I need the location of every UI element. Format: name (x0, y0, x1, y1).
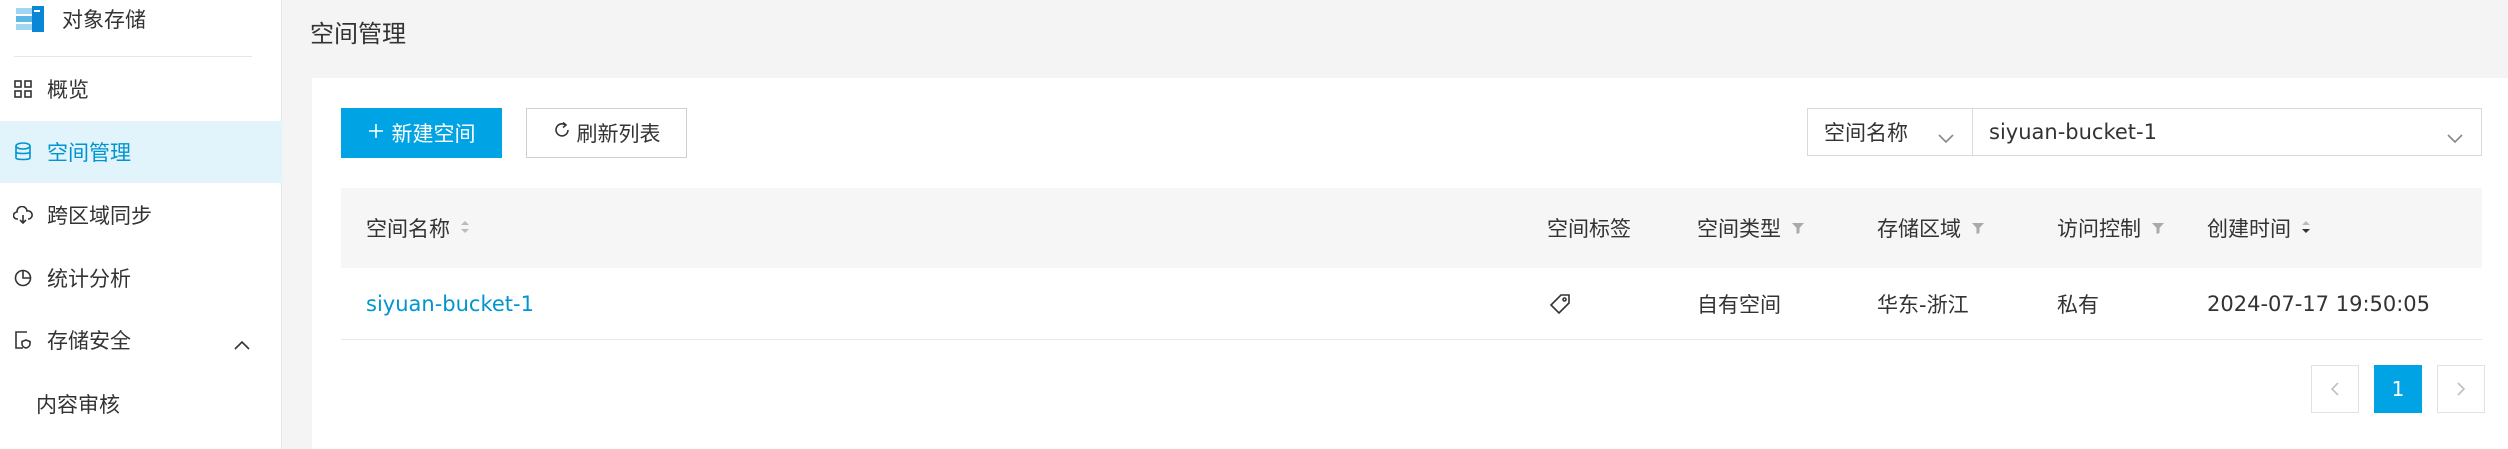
grid-icon (13, 79, 33, 99)
filter-icon[interactable] (1971, 216, 1985, 240)
object-storage-logo-icon (16, 6, 44, 32)
pie-chart-icon (13, 268, 33, 288)
prev-page-button[interactable] (2311, 365, 2359, 413)
page-number-current[interactable]: 1 (2374, 365, 2422, 413)
table-row: siyuan-bucket-1 自有空间 华东-浙江 私有 2024-07-17… (341, 268, 2482, 340)
chevron-down-icon (1938, 125, 1954, 149)
column-bucket-name[interactable]: 空间名称 (366, 188, 470, 268)
new-bucket-label: 新建空间 (391, 123, 476, 146)
column-storage-region[interactable]: 存储区域 (1877, 188, 1985, 268)
brand[interactable]: 对象存储 (16, 0, 146, 38)
page-header: 空间管理 (282, 0, 2508, 78)
sort-icon[interactable] (460, 216, 470, 240)
column-label: 访问控制 (2057, 217, 2141, 241)
storage-region: 华东-浙江 (1877, 293, 1969, 317)
sidebar-item-label: 空间管理 (47, 141, 131, 165)
plus-icon (368, 121, 384, 145)
bucket-name-filter-select[interactable]: siyuan-bucket-1 (1972, 108, 2482, 156)
filter-icon[interactable] (2151, 216, 2165, 240)
new-bucket-button[interactable]: 新建空间 (341, 108, 502, 158)
chevron-left-icon (2330, 377, 2340, 401)
bucket-list-card: 新建空间 刷新列表 空间名称 siyuan-bucket-1 空间名称 空间标签… (312, 78, 2508, 449)
filter-field-value: 空间名称 (1824, 121, 1908, 145)
sidebar: 对象存储 概览 空间管理 跨区域同步 统计分析 存储安全 内容审核 (0, 0, 282, 449)
refresh-label: 刷新列表 (576, 123, 661, 146)
shield-document-icon (13, 330, 33, 350)
brand-title: 对象存储 (62, 8, 146, 32)
sort-icon[interactable] (2301, 216, 2311, 240)
sidebar-item-cross-region-sync[interactable]: 跨区域同步 (0, 184, 282, 246)
sidebar-item-label: 概览 (47, 78, 89, 102)
column-bucket-tags: 空间标签 (1547, 188, 1631, 268)
sidebar-item-overview[interactable]: 概览 (0, 58, 282, 120)
filter-field-select[interactable]: 空间名称 (1807, 108, 1973, 156)
tag-icon[interactable] (1549, 268, 1571, 340)
column-label: 空间标签 (1547, 217, 1631, 241)
chevron-right-icon (2456, 377, 2466, 401)
column-label: 空间类型 (1697, 217, 1781, 241)
chevron-down-icon (2447, 125, 2463, 149)
sidebar-item-label: 统计分析 (47, 267, 131, 291)
column-label: 存储区域 (1877, 217, 1961, 241)
filter-selected-value: siyuan-bucket-1 (1989, 120, 2157, 144)
sidebar-subitem-label: 内容审核 (36, 393, 120, 417)
column-label: 空间名称 (366, 217, 450, 241)
column-created-time[interactable]: 创建时间 (2207, 188, 2311, 268)
sidebar-item-statistics[interactable]: 统计分析 (0, 247, 282, 309)
divider (14, 56, 252, 57)
chevron-up-icon[interactable] (234, 331, 250, 355)
sidebar-item-storage-security[interactable]: 存储安全 (0, 309, 282, 371)
page-title: 空间管理 (310, 20, 406, 48)
table-header: 空间名称 空间标签 空间类型 存储区域 访问控制 创建时间 (341, 188, 2482, 268)
sidebar-subitem-content-review[interactable]: 内容审核 (0, 376, 282, 432)
refresh-list-button[interactable]: 刷新列表 (526, 108, 687, 158)
filter-icon[interactable] (1791, 216, 1805, 240)
next-page-button[interactable] (2437, 365, 2485, 413)
column-bucket-type[interactable]: 空间类型 (1697, 188, 1805, 268)
bucket-type: 自有空间 (1697, 293, 1781, 317)
sidebar-item-label: 跨区域同步 (47, 204, 152, 228)
column-access-control[interactable]: 访问控制 (2057, 188, 2165, 268)
sidebar-item-label: 存储安全 (47, 329, 131, 353)
created-time: 2024-07-17 19:50:05 (2207, 292, 2431, 316)
refresh-icon (553, 121, 571, 145)
sidebar-item-bucket-management[interactable]: 空间管理 (0, 121, 282, 183)
bucket-name-link[interactable]: siyuan-bucket-1 (366, 268, 534, 340)
access-control: 私有 (2057, 293, 2099, 317)
cloud-sync-icon (13, 205, 33, 225)
column-label: 创建时间 (2207, 217, 2291, 241)
database-icon (13, 142, 33, 162)
